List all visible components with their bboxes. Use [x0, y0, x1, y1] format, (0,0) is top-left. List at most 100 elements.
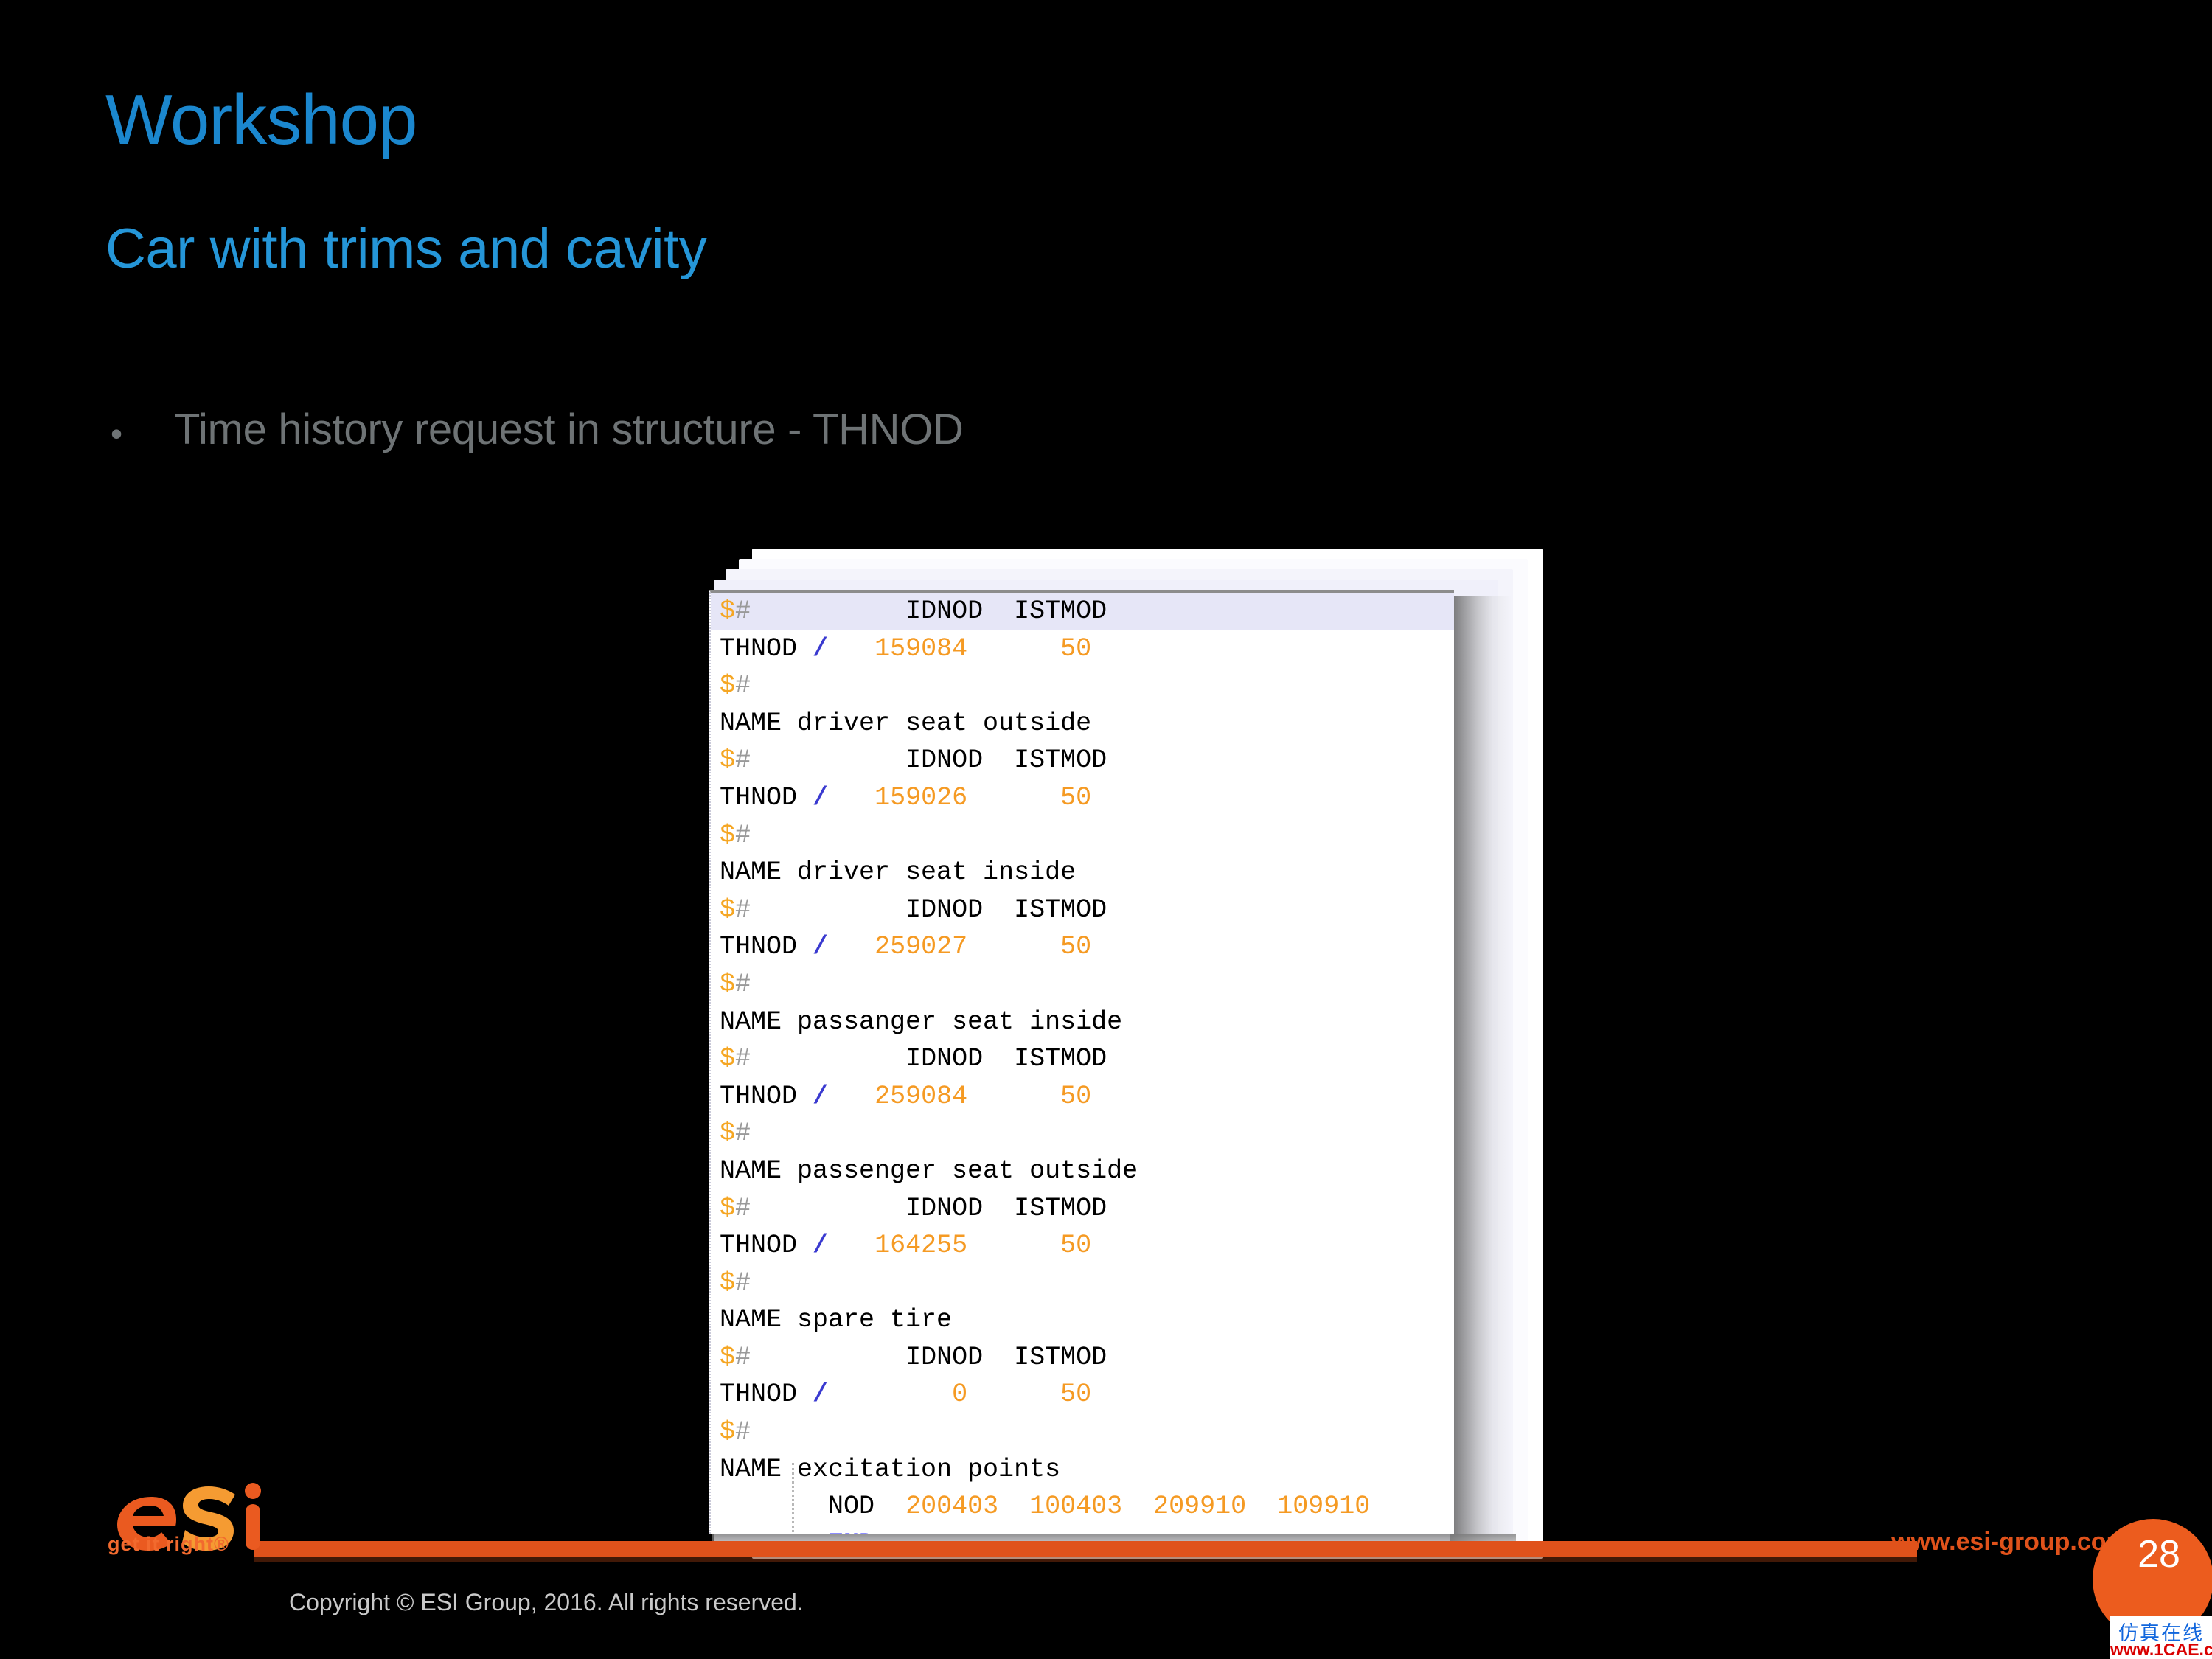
- code-token-plain: NAME spare tire: [720, 1305, 953, 1335]
- code-token-hash: #: [735, 1417, 751, 1447]
- code-line: $#: [711, 1265, 1454, 1302]
- code-line: THNOD / 159026 50: [711, 779, 1454, 817]
- panel-right-shadow: [1450, 596, 1511, 1544]
- code-token-hash: #: [735, 597, 751, 626]
- website-url[interactable]: www.esi-group.com: [1891, 1528, 2129, 1557]
- code-line: $#: [711, 817, 1454, 855]
- code-listing-image: $# IDNOD ISTMOD THNOD / 159084 50 $# NAME d…: [702, 549, 1543, 1559]
- code-token-cmt: $: [720, 894, 736, 925]
- code-token-num: 159026: [874, 782, 968, 813]
- code-line: $# IDNOD ISTMOD: [711, 1040, 1454, 1078]
- code-token-plain: IDNOD ISTMOD: [751, 597, 1107, 626]
- code-token-plain: IDNOD ISTMOD: [751, 745, 1107, 776]
- code-token-cmt: $: [720, 1342, 736, 1372]
- code-token-num: 100403: [1029, 1492, 1123, 1522]
- code-line: NAME passenger seat outside: [711, 1152, 1454, 1190]
- code-token-plain: IDNOD ISTMOD: [751, 1342, 1107, 1372]
- code-token-kw: THNOD: [720, 1081, 813, 1111]
- code-token-plain: IDNOD ISTMOD: [751, 1193, 1107, 1223]
- code-token-cmt: $: [720, 969, 736, 999]
- watermark-url: www.1CAE.com: [2110, 1640, 2212, 1659]
- code-token-slash: /: [813, 1231, 829, 1261]
- watermark: 仿真在线 www.1CAE.com: [2110, 1616, 2212, 1659]
- code-token-plain: IDNOD ISTMOD: [751, 894, 1107, 925]
- code-token-hash: #: [735, 1267, 751, 1298]
- code-line: $#: [711, 1413, 1454, 1451]
- code-token-hash: #: [735, 894, 751, 925]
- code-line: NAME excitation points: [711, 1451, 1454, 1489]
- code-panel: $# IDNOD ISTMOD THNOD / 159084 50 $# NAME d…: [709, 590, 1454, 1534]
- code-token-hash: #: [735, 1193, 751, 1223]
- code-line: THNOD / 259084 50: [711, 1078, 1454, 1116]
- code-token-kw: THNOD: [720, 1231, 813, 1261]
- indent-guide-line: [792, 1463, 794, 1534]
- code-token-num: 50: [1060, 782, 1092, 813]
- code-token-kw: THNOD: [720, 633, 813, 664]
- code-line: THNOD / 164255 50: [711, 1227, 1454, 1265]
- code-line: $# IDNOD ISTMOD: [711, 1339, 1454, 1377]
- code-token-num: 50: [1060, 1081, 1092, 1111]
- code-token-plain: NAME passanger seat inside: [720, 1006, 1123, 1037]
- code-line: NOD 200403 100403 209910 109910: [711, 1488, 1454, 1526]
- footer-accent-bar: [254, 1541, 1917, 1557]
- code-token-plain: NAME driver seat outside: [720, 708, 1092, 738]
- code-token-kw: THNOD: [720, 1380, 813, 1410]
- code-token-plain: NAME passenger seat outside: [720, 1155, 1138, 1186]
- code-line: $#: [711, 667, 1454, 705]
- code-token-cmt: $: [720, 1044, 736, 1074]
- code-token-num: 259027: [874, 932, 968, 962]
- esi-logo: [117, 1483, 261, 1551]
- code-token-plain: NAME driver seat inside: [720, 858, 1077, 888]
- code-token-cmt: $: [720, 820, 736, 850]
- code-token-num: 200403: [905, 1492, 999, 1522]
- code-line: NAME driver seat outside: [711, 705, 1454, 742]
- bullet-marker-icon: •: [111, 414, 123, 453]
- bullet-item-label: Time history request in structure - THNO…: [174, 406, 964, 453]
- code-line: NAME passanger seat inside: [711, 1004, 1454, 1041]
- esi-tagline: get it right®: [108, 1533, 229, 1555]
- code-token-num: 159084: [874, 633, 968, 664]
- code-token-cmt: $: [720, 671, 736, 701]
- code-line: $# IDNOD ISTMOD: [711, 742, 1454, 779]
- code-token-kw: THNOD: [720, 932, 813, 962]
- code-token-end: END: [828, 1529, 874, 1534]
- code-line: NAME driver seat inside: [711, 854, 1454, 891]
- code-token-kw: THNOD: [720, 782, 813, 813]
- code-token-cmt: $: [720, 1267, 736, 1298]
- code-token-hash: #: [735, 969, 751, 999]
- copyright-notice: Copyright © ESI Group, 2016. All rights …: [289, 1589, 804, 1615]
- code-token-num: 0: [952, 1380, 968, 1410]
- page-number-label: 28: [2138, 1533, 2180, 1576]
- code-token-hash: #: [735, 1119, 751, 1149]
- code-token-slash: /: [813, 782, 829, 813]
- code-line: END: [711, 1526, 1454, 1534]
- code-token-cmt: $: [720, 1193, 736, 1223]
- code-line: THNOD / 259027 50: [711, 928, 1454, 966]
- code-line: THNOD / 159084 50: [711, 630, 1454, 668]
- code-token-cmt: $: [720, 745, 736, 776]
- code-token-plain: NAME excitation points: [720, 1454, 1061, 1484]
- code-token-slash: /: [813, 633, 829, 664]
- code-token-plain: NOD: [720, 1492, 875, 1522]
- code-token-slash: /: [813, 1081, 829, 1111]
- code-token-cmt: $: [720, 1417, 736, 1447]
- code-line: NAME spare tire: [711, 1301, 1454, 1339]
- code-token-hash: #: [735, 1342, 751, 1372]
- page-title: Workshop: [105, 80, 417, 159]
- code-token-slash: /: [813, 932, 829, 962]
- code-token-num: 259084: [874, 1081, 968, 1111]
- bullet-list-item: • Time history request in structure - TH…: [111, 406, 964, 453]
- code-token-hash: #: [735, 745, 751, 776]
